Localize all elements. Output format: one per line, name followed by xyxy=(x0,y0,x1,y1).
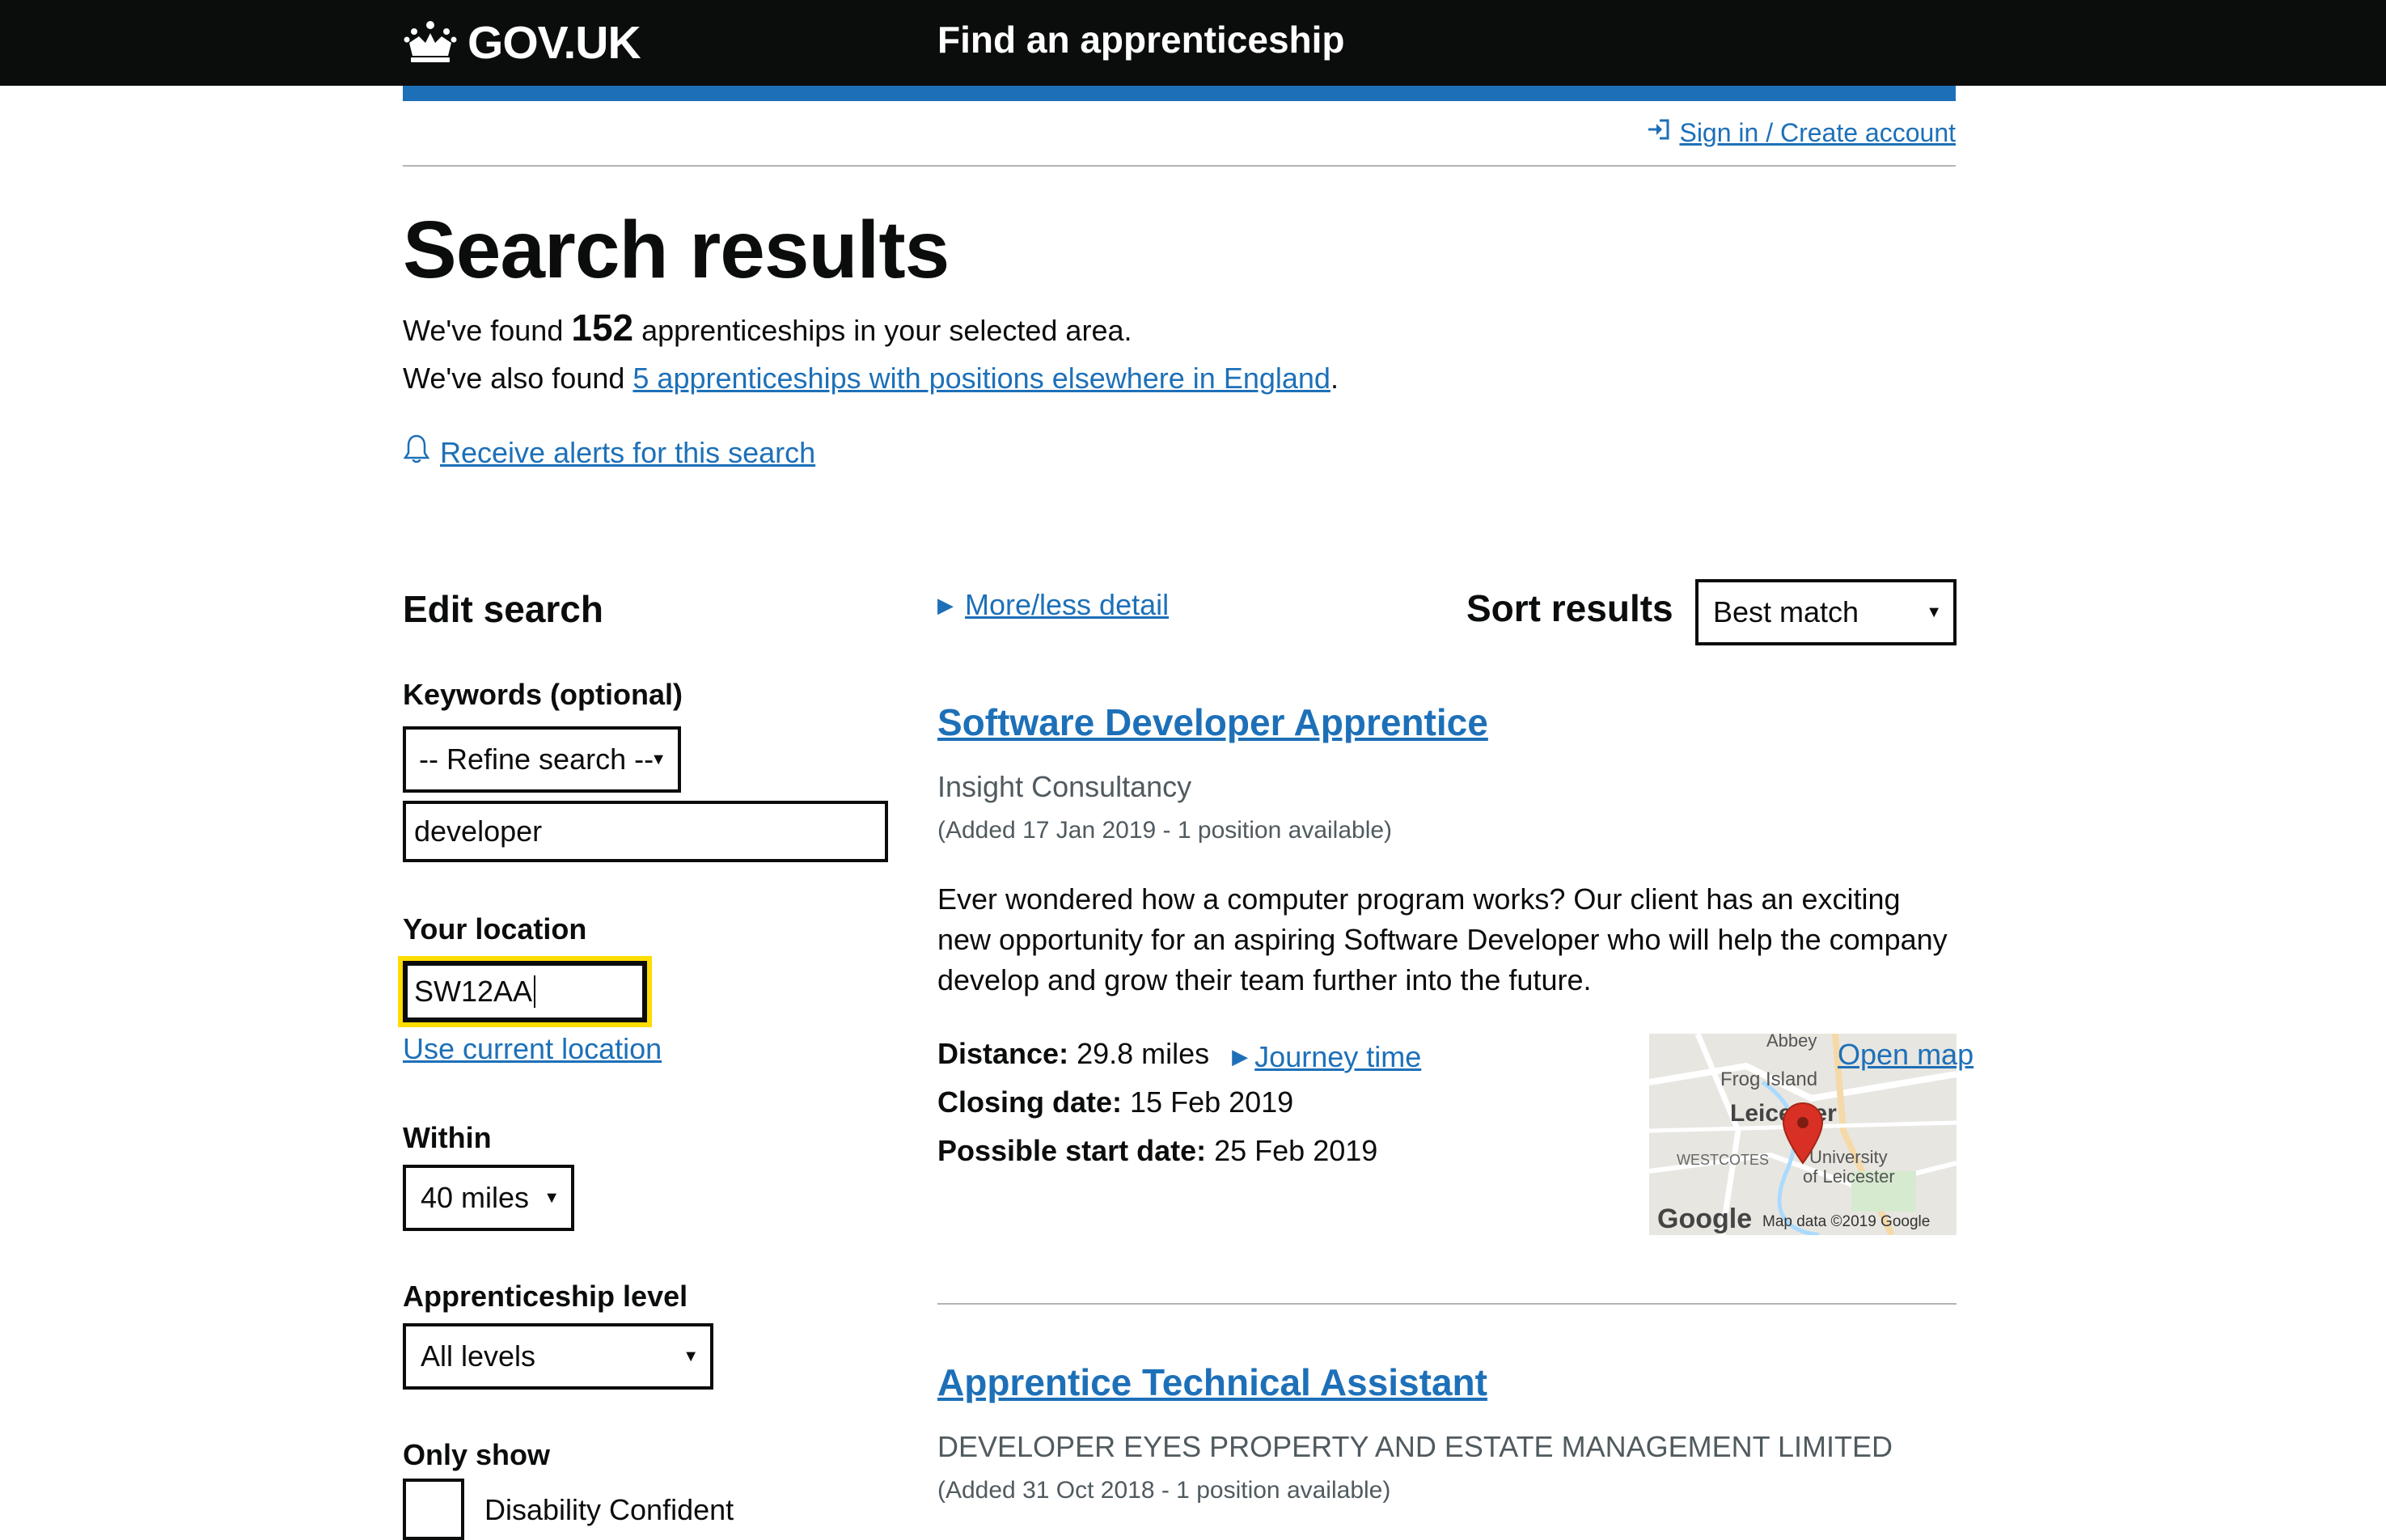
map-label-abbey: Abbey xyxy=(1766,1034,1817,1051)
journey-time-toggle[interactable]: ▶ Journey time xyxy=(1232,1040,1421,1074)
level-select[interactable]: All levels ▼ xyxy=(403,1323,713,1390)
level-select-value: All levels xyxy=(421,1339,536,1373)
chevron-down-icon: ▼ xyxy=(1926,603,1942,621)
disability-confident-label[interactable]: Disability Confident xyxy=(484,1493,734,1527)
chevron-down-icon: ▼ xyxy=(544,1188,560,1207)
result-description: Ever wondered how a computer program wor… xyxy=(937,882,1948,996)
sort-results-label: Sort results xyxy=(1466,587,1673,629)
triangle-right-icon: ▶ xyxy=(937,592,954,617)
distance-value: 29.8 miles xyxy=(1077,1037,1210,1070)
keywords-value: developer xyxy=(414,814,543,848)
location-label: Your location xyxy=(403,912,587,946)
govuk-logo-link[interactable]: GOV.UK xyxy=(403,15,641,71)
result-added-info: (Added 31 Oct 2018 - 1 position availabl… xyxy=(937,1477,1391,1504)
sign-in-icon xyxy=(1647,117,1671,148)
result-employer: DEVELOPER EYES PROPERTY AND ESTATE MANAG… xyxy=(937,1430,1893,1463)
map-label-university: University xyxy=(1809,1147,1888,1167)
crown-icon xyxy=(403,19,458,68)
map-label-westcotes: WESTCOTES xyxy=(1677,1152,1769,1168)
result-title-link[interactable]: Apprentice Technical Assistant xyxy=(937,1360,1487,1404)
service-name[interactable]: Find an apprenticeship xyxy=(937,18,1345,61)
header-accent-bar xyxy=(403,86,1956,101)
closing-label: Closing date: xyxy=(937,1085,1123,1119)
also-suffix: . xyxy=(1330,362,1339,395)
sign-in-label: Sign in / Create account xyxy=(1679,117,1956,147)
refine-search-select[interactable]: -- Refine search -- ▼ xyxy=(403,726,681,793)
found-count: 152 xyxy=(571,307,634,349)
result-added-info: (Added 17 Jan 2019 - 1 position availabl… xyxy=(937,817,1393,844)
disability-confident-checkbox[interactable] xyxy=(403,1479,464,1540)
more-less-detail-toggle[interactable]: ▶ More/less detail xyxy=(937,588,1169,622)
also-prefix: We've also found xyxy=(403,362,625,395)
more-less-link[interactable]: More/less detail xyxy=(965,588,1169,622)
map-label-of-leicester: of Leicester xyxy=(1803,1166,1895,1187)
results-summary: We've found 152 apprenticeships in your … xyxy=(403,306,1132,349)
start-label: Possible start date: xyxy=(937,1134,1207,1167)
result-start-date: Possible start date: 25 Feb 2019 xyxy=(937,1134,1377,1168)
refine-select-value: -- Refine search -- xyxy=(419,742,654,776)
result-divider xyxy=(937,1303,1957,1305)
open-map-link[interactable]: Open map xyxy=(1838,1038,1974,1072)
alerts-row: Receive alerts for this search xyxy=(403,434,815,472)
edit-search-heading: Edit search xyxy=(403,588,603,630)
top-divider xyxy=(403,165,1956,167)
within-select[interactable]: 40 miles ▼ xyxy=(403,1165,574,1231)
receive-alerts-link[interactable]: Receive alerts for this search xyxy=(440,436,815,470)
site-header: GOV.UK Find an apprenticeship xyxy=(0,0,2386,86)
triangle-right-icon: ▶ xyxy=(1232,1044,1249,1068)
closing-value: 15 Feb 2019 xyxy=(1130,1085,1294,1119)
only-show-label: Only show xyxy=(403,1438,551,1471)
within-label: Within xyxy=(403,1121,492,1154)
chevron-down-icon: ▼ xyxy=(650,750,666,768)
found-prefix: We've found xyxy=(403,314,564,347)
google-logo: Google xyxy=(1657,1204,1752,1234)
sort-select-value: Best match xyxy=(1713,595,1859,628)
location-value: SW12AA xyxy=(414,975,533,1008)
keywords-input[interactable]: developer xyxy=(403,801,888,862)
use-current-location-link[interactable]: Use current location xyxy=(403,1032,662,1066)
keywords-label: Keywords (optional) xyxy=(403,678,683,711)
elsewhere-link[interactable]: 5 apprenticeships with positions elsewhe… xyxy=(632,362,1330,395)
result-closing-date: Closing date: 15 Feb 2019 xyxy=(937,1085,1293,1119)
sort-select[interactable]: Best match ▼ xyxy=(1695,579,1957,645)
result-distance: Distance: 29.8 miles ▶ Journey time xyxy=(937,1037,1421,1074)
found-suffix: apprenticeships in your selected area. xyxy=(641,314,1132,347)
map-label-frog-island: Frog Island xyxy=(1720,1068,1817,1090)
within-select-value: 40 miles xyxy=(421,1181,530,1214)
distance-label: Distance: xyxy=(937,1037,1069,1070)
chevron-down-icon: ▼ xyxy=(683,1347,699,1365)
text-cursor xyxy=(534,975,536,1008)
level-label: Apprenticeship level xyxy=(403,1280,688,1313)
logo-text: GOV.UK xyxy=(467,17,641,69)
start-value: 25 Feb 2019 xyxy=(1214,1134,1378,1167)
map-data-attribution: Map data ©2019 Google xyxy=(1762,1213,1930,1230)
other-results-summary: We've also found 5 apprenticeships with … xyxy=(403,362,1339,396)
journey-time-link[interactable]: Journey time xyxy=(1254,1040,1421,1074)
sign-in-link[interactable]: Sign in / Create account xyxy=(1647,117,1956,148)
result-employer: Insight Consultancy xyxy=(937,770,1192,803)
location-input[interactable]: SW12AA xyxy=(398,956,652,1027)
bell-icon xyxy=(403,434,430,472)
result-title-link[interactable]: Software Developer Apprentice xyxy=(937,700,1488,744)
page-title: Search results xyxy=(403,205,950,295)
